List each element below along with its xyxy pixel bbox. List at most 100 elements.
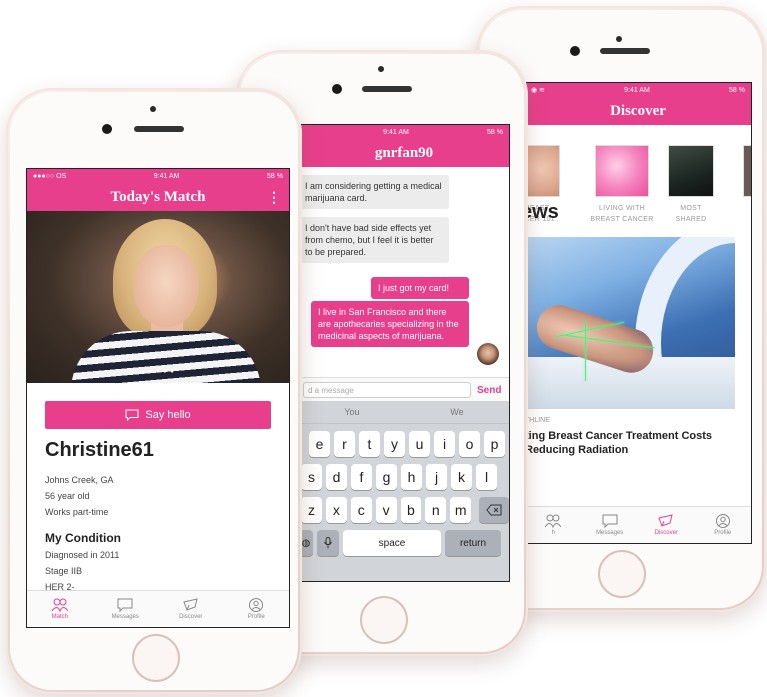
nav-title: gnrfan90: [299, 139, 509, 167]
dictation-key[interactable]: [317, 530, 339, 556]
home-button[interactable]: [360, 596, 408, 644]
tab-profile[interactable]: Profile: [229, 598, 284, 620]
key[interactable]: x: [325, 497, 347, 523]
key[interactable]: c: [350, 497, 372, 523]
nav-bar: Today's Match ⋮: [27, 183, 289, 211]
status-battery: 58 %: [729, 86, 745, 94]
front-sensor: [378, 66, 384, 72]
key[interactable]: g: [376, 464, 397, 490]
key[interactable]: d: [326, 464, 347, 490]
key[interactable]: l: [476, 464, 497, 490]
messages-icon: [602, 514, 618, 528]
return-key[interactable]: return: [445, 530, 501, 556]
backspace-key[interactable]: [479, 497, 509, 523]
key[interactable]: k: [451, 464, 472, 490]
key[interactable]: m: [450, 497, 472, 523]
say-hello-label: Say hello: [145, 409, 191, 421]
earpiece-speaker: [134, 126, 184, 132]
category-partial[interactable]: P: [729, 145, 751, 214]
home-button[interactable]: [598, 550, 646, 598]
tab-bar: h Messages Discover Profile: [525, 506, 751, 543]
tab-profile[interactable]: Profile: [695, 514, 750, 536]
nav-title: Today's Match: [110, 188, 206, 205]
avatar[interactable]: [477, 343, 499, 365]
condition-diagnosed: Diagnosed in 2011: [45, 550, 120, 560]
message-bubble-sent: I live in San Francisco and there are ap…: [311, 301, 469, 347]
match-screen: ●●●○○ OS 9:41 AM 58 % Today's Match ⋮ ● …: [26, 168, 290, 628]
home-button[interactable]: [132, 634, 180, 682]
key[interactable]: z: [301, 497, 322, 523]
key[interactable]: u: [409, 431, 430, 457]
chat-screen: 9:41 AM 58 % gnrfan90 I am considering g…: [298, 124, 510, 582]
space-key[interactable]: space: [343, 530, 441, 556]
key[interactable]: o: [459, 431, 480, 457]
category-most-shared[interactable]: MOST SHARED: [665, 145, 717, 225]
front-sensor: [616, 36, 622, 42]
key[interactable]: n: [425, 497, 447, 523]
keyboard-row-2: s d f g h j k l: [299, 464, 509, 490]
tab-discover[interactable]: Discover: [163, 598, 218, 620]
category-label: P: [729, 203, 751, 214]
tab-messages[interactable]: Messages: [582, 514, 637, 536]
category-image: [595, 145, 649, 197]
suggestion-item[interactable]: You: [344, 407, 359, 417]
keyboard-row-4: ◍ space return: [299, 530, 509, 556]
tab-bar: Match Messages Discover Profile: [27, 590, 289, 627]
send-button[interactable]: Send: [477, 385, 501, 396]
tab-label: Messages: [111, 614, 139, 620]
tab-match[interactable]: h: [526, 514, 581, 536]
key[interactable]: p: [484, 431, 505, 457]
profile-age: 56 year old: [45, 491, 90, 501]
messages-icon: [117, 598, 133, 612]
tab-label: Discover: [179, 614, 203, 620]
photo-page-indicator[interactable]: ● ● ● ● ●: [27, 369, 289, 375]
key[interactable]: f: [351, 464, 372, 490]
discover-icon: [658, 514, 673, 527]
profile-work: Works part-time: [45, 507, 109, 517]
category-image: [668, 145, 714, 197]
message-input[interactable]: d a message: [303, 382, 471, 398]
discover-screen: ◉ ≋ 9:41 AM 58 % Discover REAST NCER 101…: [524, 82, 752, 544]
tab-match[interactable]: Match: [32, 598, 87, 620]
chat-bubble-icon: [125, 409, 139, 421]
status-time: 9:41 AM: [383, 128, 409, 136]
article-source: THLINE: [525, 417, 550, 424]
key[interactable]: b: [400, 497, 422, 523]
suggestion-item[interactable]: We: [450, 407, 463, 417]
key[interactable]: y: [384, 431, 405, 457]
backspace-icon: [486, 504, 502, 516]
tab-discover[interactable]: Discover: [639, 514, 694, 536]
message-bubble-sent: I just got my card!: [371, 277, 469, 299]
earpiece-speaker: [362, 86, 412, 92]
status-time: 9:41 AM: [153, 172, 180, 180]
profile-icon: [715, 514, 730, 528]
profile-photo[interactable]: ● ● ● ● ●: [27, 211, 289, 383]
keyboard-row-3: z x c v b n m: [299, 497, 509, 523]
profile-icon: [249, 598, 264, 612]
key[interactable]: v: [375, 497, 397, 523]
category-label: LIVING WITH BREAST CANCER: [590, 205, 654, 223]
category-living-with-breast-cancer[interactable]: LIVING WITH BREAST CANCER: [587, 145, 657, 225]
laser-line: [585, 321, 586, 381]
photo-face: [133, 245, 199, 327]
say-hello-button[interactable]: Say hello: [45, 401, 271, 429]
key[interactable]: r: [334, 431, 355, 457]
message-bubble-received: I don't have bad side effects yet from c…: [299, 217, 449, 263]
tab-label: Match: [51, 614, 68, 620]
key[interactable]: h: [401, 464, 422, 490]
key[interactable]: e: [309, 431, 330, 457]
key[interactable]: s: [301, 464, 322, 490]
status-battery: 58 %: [487, 128, 503, 136]
wifi-icon: ◉ ≋: [531, 87, 545, 94]
article-headline[interactable]: ting Breast Cancer Treatment Costs Reduc…: [525, 429, 735, 457]
tab-messages[interactable]: Messages: [98, 598, 153, 620]
key[interactable]: i: [434, 431, 455, 457]
key[interactable]: j: [426, 464, 447, 490]
front-camera: [332, 84, 342, 94]
more-options-icon[interactable]: ⋮: [267, 189, 281, 206]
article-image[interactable]: [525, 237, 735, 409]
status-time: 9:41 AM: [624, 86, 650, 94]
condition-stage: Stage IIB: [45, 566, 83, 576]
keyboard: You We e r t y u i o p s d f g h j k l z…: [299, 401, 509, 581]
key[interactable]: t: [359, 431, 380, 457]
